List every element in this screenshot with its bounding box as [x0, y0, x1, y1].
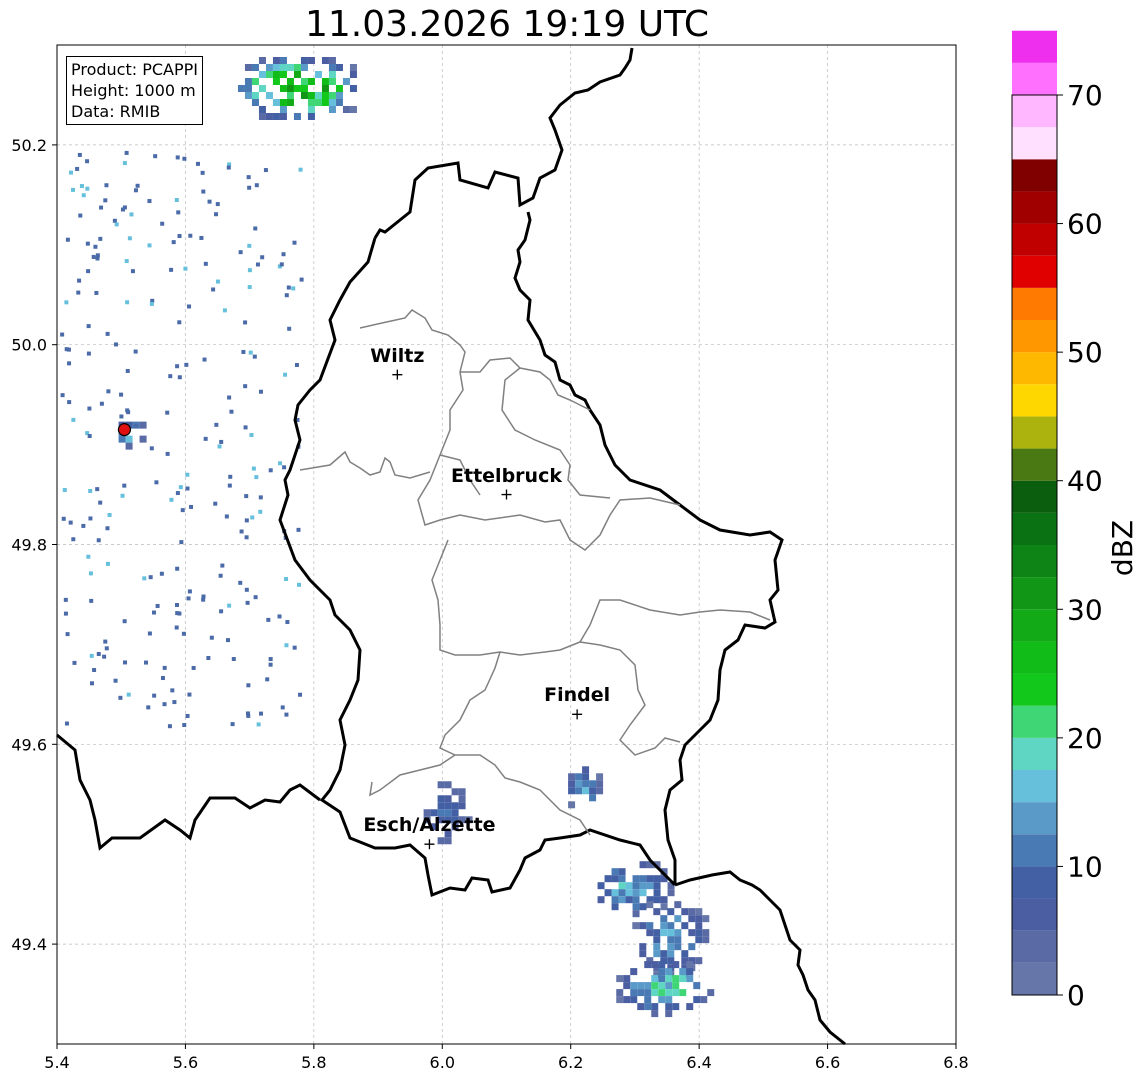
colorbar-tick-label: 30: [1067, 593, 1103, 626]
colorbar-swatch: [1012, 255, 1057, 288]
colorbar-swatch: [1012, 448, 1057, 481]
colorbar-swatch: [1012, 127, 1057, 160]
city-label: Wiltz: [370, 344, 425, 367]
colorbar-swatch: [1012, 802, 1057, 835]
colorbar-swatch: [1012, 866, 1057, 899]
colorbar-swatch: [1012, 352, 1057, 385]
colorbar-swatch: [1012, 159, 1057, 192]
colorbar-swatch: [1012, 673, 1057, 706]
colorbar-swatch: [1012, 480, 1057, 513]
colorbar-swatch: [1012, 545, 1057, 578]
colorbar-swatch: [1012, 737, 1057, 770]
colorbar-swatch: [1012, 30, 1057, 63]
colorbar-swatch: [1012, 320, 1057, 353]
height-line: Height: 1000 m: [71, 81, 196, 100]
colorbar-swatch: [1012, 834, 1057, 867]
colorbar-swatch: [1012, 577, 1057, 610]
colorbar-swatch: [1012, 705, 1057, 738]
colorbar: 0 10 20 30 40 50 60 70 dBZ: [1011, 30, 1139, 1012]
colorbar-swatch: [1012, 62, 1057, 95]
colorbar-swatch: [1012, 962, 1057, 995]
colorbar-swatch: [1012, 898, 1057, 931]
colorbar-swatch: [1012, 930, 1057, 963]
product-info-box: Product: PCAPPI Height: 1000 m Data: RMI…: [66, 56, 204, 125]
colorbar-label: dBZ: [1106, 520, 1139, 576]
colorbar-tick-label: 60: [1067, 208, 1103, 241]
city-label: Findel: [544, 684, 611, 707]
colorbar-swatch: [1012, 609, 1057, 642]
product-line: Product: PCAPPI: [71, 60, 199, 79]
colorbar-ticks: 0 10 20 30 40 50 60 70: [1057, 79, 1103, 1012]
colorbar-swatch: [1012, 384, 1057, 417]
city-label: Esch/Alzette: [363, 814, 496, 837]
colorbar-swatch: [1012, 770, 1057, 803]
colorbar-swatches: [1012, 30, 1057, 995]
colorbar-swatch: [1012, 223, 1057, 256]
colorbar-swatch: [1012, 512, 1057, 545]
colorbar-swatch: [1012, 95, 1057, 128]
colorbar-tick-label: 50: [1067, 336, 1103, 369]
city-label: Ettelbruck: [451, 464, 562, 487]
colorbar-swatch: [1012, 191, 1057, 224]
colorbar-tick-label: 20: [1067, 722, 1103, 755]
colorbar-tick-label: 10: [1067, 850, 1103, 883]
colorbar-swatch: [1012, 287, 1057, 320]
data-source-line: Data: RMIB: [71, 102, 161, 121]
colorbar-tick-label: 70: [1067, 79, 1103, 112]
colorbar-tick-label: 0: [1067, 979, 1085, 1012]
colorbar-tick-label: 40: [1067, 465, 1103, 498]
colorbar-swatch: [1012, 416, 1057, 449]
colorbar-swatch: [1012, 641, 1057, 674]
